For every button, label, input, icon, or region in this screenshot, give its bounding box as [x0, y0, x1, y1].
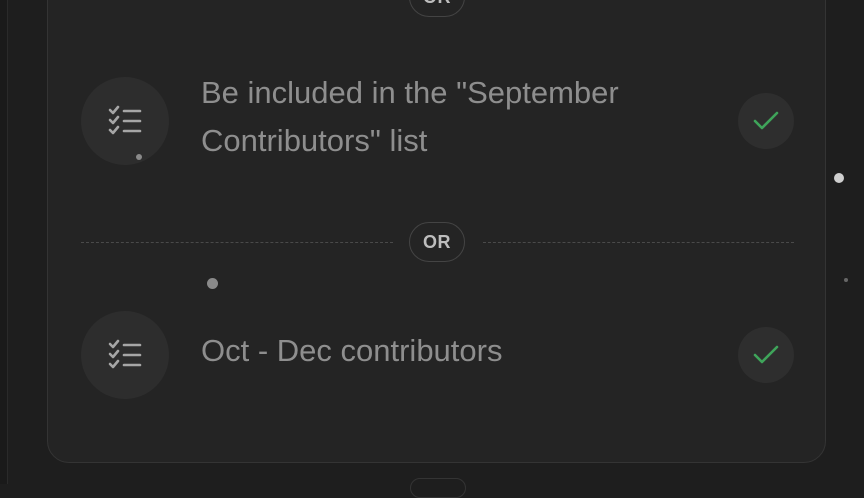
- or-pill: OR: [409, 0, 465, 17]
- left-rail: [0, 0, 8, 484]
- requirement-icon-badge: [81, 311, 169, 399]
- separator-line-left: [81, 242, 393, 243]
- status-badge: [738, 327, 794, 383]
- requirement-text: Be included in the "September Contributo…: [201, 75, 619, 158]
- requirement-row-september: Be included in the "September Contributo…: [81, 75, 794, 173]
- status-badge: [738, 93, 794, 149]
- or-separator-top: OR: [81, 0, 794, 17]
- requirement-icon-badge: [81, 77, 169, 165]
- requirement-text: Oct - Dec contributors: [201, 333, 503, 368]
- check-icon: [753, 111, 779, 130]
- bottom-pill-edge: [410, 478, 466, 498]
- decorative-dot: [207, 278, 218, 289]
- or-separator-middle: OR: [81, 222, 794, 262]
- decorative-dot: [844, 278, 848, 282]
- checklist-icon: [108, 339, 142, 369]
- decorative-dot: [834, 173, 844, 183]
- decorative-dot: [136, 154, 142, 160]
- separator-line-right: [483, 242, 794, 243]
- check-icon: [753, 345, 779, 364]
- or-pill: OR: [409, 222, 465, 262]
- checklist-icon: [108, 105, 142, 135]
- requirement-row-oct-dec: Oct - Dec contributors: [81, 311, 794, 399]
